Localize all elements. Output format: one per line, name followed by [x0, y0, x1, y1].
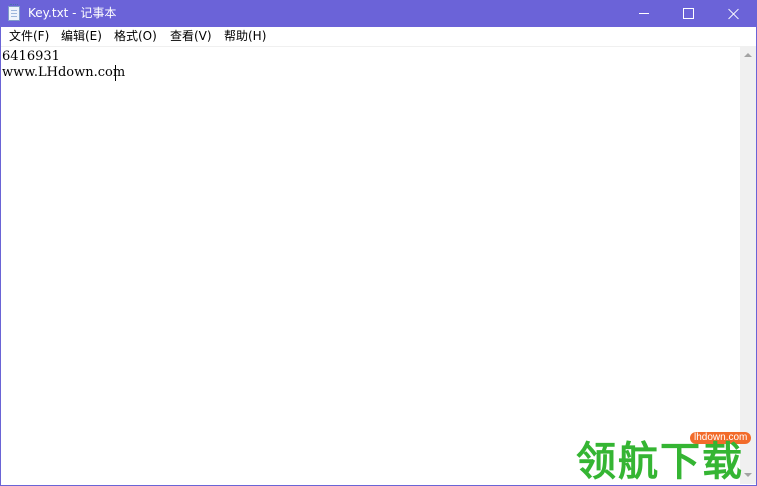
minimize-icon	[638, 13, 649, 14]
menu-file[interactable]: 文件(F)	[9, 29, 49, 44]
close-button[interactable]	[711, 0, 756, 27]
menu-bar: 文件(F) 编辑(E) 格式(O) 查看(V) 帮助(H)	[1, 27, 756, 46]
maximize-button[interactable]	[666, 0, 711, 27]
watermark-logo-text: 领航下载	[576, 439, 744, 485]
editor-line: www.LHdown.com	[2, 65, 126, 80]
close-icon	[728, 8, 740, 20]
menu-help[interactable]: 帮助(H)	[224, 29, 266, 44]
site-watermark: lhdown.com 领航下载	[576, 430, 756, 485]
menu-format[interactable]: 格式(O)	[114, 29, 157, 44]
menu-view[interactable]: 查看(V)	[170, 29, 212, 44]
scroll-up-arrow-icon[interactable]	[744, 53, 752, 57]
window-title: Key.txt - 记事本	[28, 6, 117, 20]
maximize-icon	[683, 8, 694, 19]
editor-line: 6416931	[2, 49, 60, 64]
notepad-icon[interactable]	[8, 4, 20, 21]
text-caret	[115, 65, 116, 81]
title-bar[interactable]: Key.txt - 记事本	[1, 0, 756, 27]
minimize-button[interactable]	[621, 0, 666, 27]
notepad-window: Key.txt - 记事本 文件(F) 编辑(E) 格式(O) 查看(V) 帮助…	[0, 0, 757, 486]
menu-edit[interactable]: 编辑(E)	[61, 29, 102, 44]
text-editor-area[interactable]: 6416931 www.LHdown.com	[1, 46, 740, 485]
vertical-scrollbar[interactable]	[740, 46, 756, 484]
